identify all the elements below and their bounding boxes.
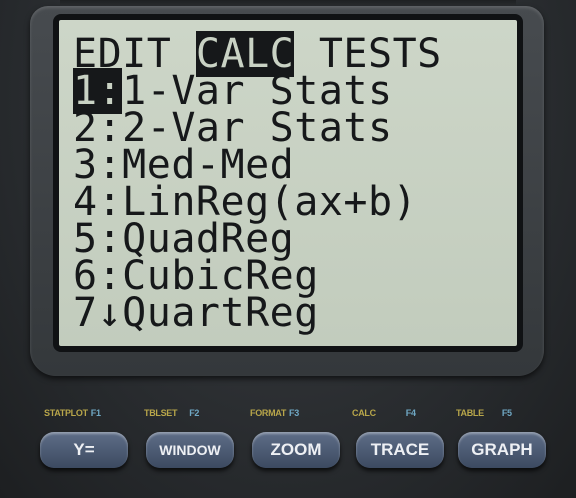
table-label: TABLE F5 <box>456 408 512 418</box>
window-button[interactable]: WINDOW <box>146 432 234 468</box>
graph-button[interactable]: GRAPH <box>458 432 546 468</box>
menu-item-7[interactable]: 7↓QuartReg <box>73 293 507 333</box>
statplot-label: STATPLOT F1 <box>44 408 101 418</box>
screen-content: EDIT CALC TESTS 1:1-Var Stats 2:2-Var St… <box>73 31 507 336</box>
calc-label: CALC F4 <box>352 408 416 418</box>
calculator-body: EDIT CALC TESTS 1:1-Var Stats 2:2-Var St… <box>0 0 576 498</box>
zoom-button[interactable]: ZOOM <box>252 432 340 468</box>
trace-button[interactable]: TRACE <box>356 432 444 468</box>
lcd-screen: EDIT CALC TESTS 1:1-Var Stats 2:2-Var St… <box>53 14 523 352</box>
y-equals-button[interactable]: Y= <box>40 432 128 468</box>
tblset-label: TBLSET F2 <box>144 408 200 418</box>
menu-item-7-label: 7↓QuartReg <box>73 290 319 336</box>
format-label: FORMAT F3 <box>250 408 299 418</box>
function-key-labels: STATPLOT F1 TBLSET F2 FORMAT F3 CALC F4 TABL… <box>38 408 548 422</box>
